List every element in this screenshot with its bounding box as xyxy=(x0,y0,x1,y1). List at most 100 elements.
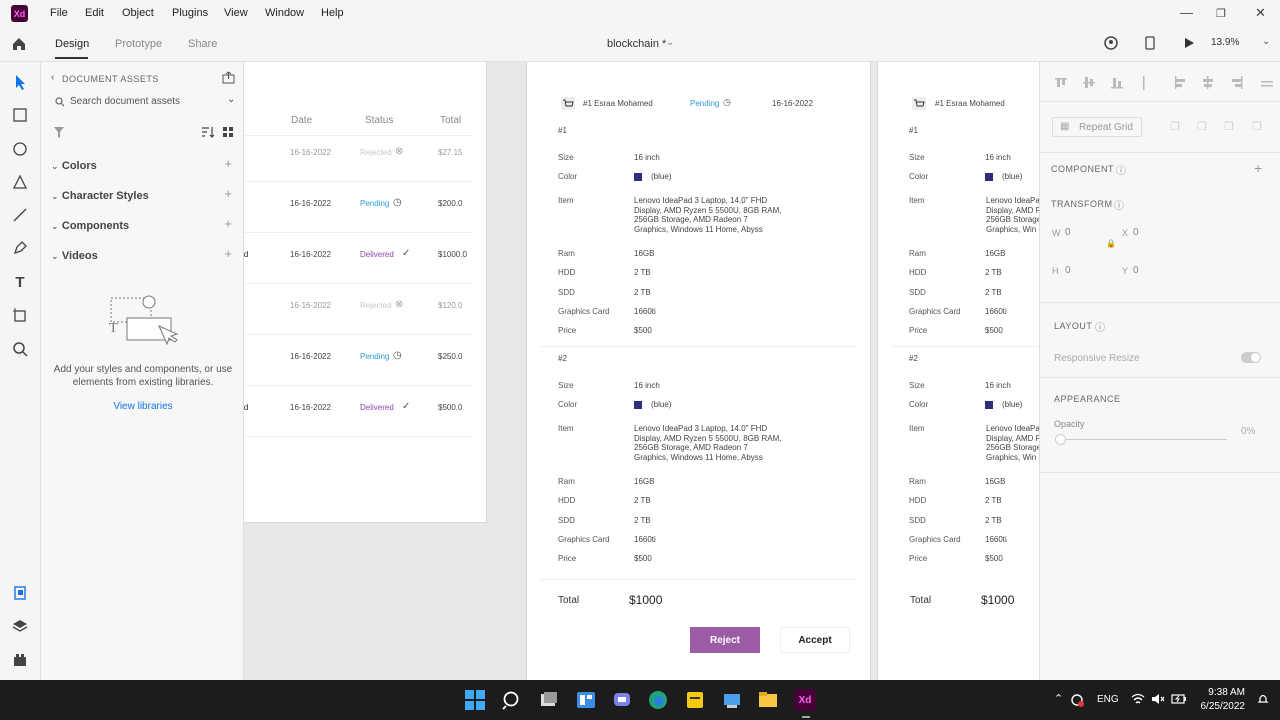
home-icon[interactable] xyxy=(11,36,27,52)
back-chevron-icon[interactable]: ‹ xyxy=(51,72,54,83)
widgets-icon[interactable] xyxy=(576,690,596,710)
assets-section-videos[interactable]: ⌄ Videos + xyxy=(51,246,236,262)
lock-aspect-icon[interactable]: 🔒 xyxy=(1106,239,1116,248)
select-tool-icon[interactable] xyxy=(11,73,29,91)
menu-file[interactable]: File xyxy=(50,7,68,19)
volume-muted-icon[interactable] xyxy=(1151,693,1165,705)
language-indicator[interactable]: ENG xyxy=(1097,694,1119,705)
tab-share[interactable]: Share xyxy=(188,38,217,50)
rectangle-tool-icon[interactable] xyxy=(11,106,29,124)
filter-icon[interactable] xyxy=(54,127,64,138)
search-input[interactable]: Search document assets xyxy=(70,96,180,107)
menu-help[interactable]: Help xyxy=(321,7,344,19)
order-total: $200.0 xyxy=(438,199,463,208)
minimize-icon[interactable]: — xyxy=(1180,5,1193,20)
menu-view[interactable]: View xyxy=(224,7,248,19)
repeat-grid-button[interactable]: ▦ Repeat Grid xyxy=(1052,117,1142,137)
row-divider xyxy=(245,283,473,284)
order-detail-artboard[interactable]: #1 Esraa Mohamed Pending ◷ 16-16-2022 #1… xyxy=(526,62,871,680)
opacity-slider-handle[interactable] xyxy=(1055,434,1066,445)
play-icon[interactable] xyxy=(1183,37,1195,49)
document-title[interactable]: blockchain * xyxy=(607,38,666,50)
boolean-add-icon[interactable]: ❐ xyxy=(1170,120,1180,133)
adobe-xd-taskbar-icon[interactable]: Xd xyxy=(794,689,816,711)
assets-section-components[interactable]: ⌄ Components + xyxy=(51,216,236,232)
menu-object[interactable]: Object xyxy=(122,7,154,19)
zoom-chevron-icon[interactable]: ⌄ xyxy=(1262,36,1270,47)
boolean-intersect-icon[interactable]: ❐ xyxy=(1224,120,1234,133)
boolean-subtract-icon[interactable]: ❐ xyxy=(1197,120,1207,133)
width-input[interactable]: 0 xyxy=(1065,227,1071,238)
tab-design[interactable]: Design xyxy=(55,38,89,50)
order-status: Pending xyxy=(360,199,390,208)
control-panel-icon[interactable] xyxy=(722,690,742,710)
assets-section-colors[interactable]: ⌄ Colors + xyxy=(51,156,236,172)
export-icon[interactable] xyxy=(222,71,235,84)
artboard-tool-icon[interactable] xyxy=(11,306,29,324)
opacity-value[interactable]: 0% xyxy=(1241,426,1255,437)
item-size-label: Size xyxy=(558,153,574,162)
layers-icon[interactable] xyxy=(11,617,29,635)
search-taskbar-icon[interactable] xyxy=(502,690,522,710)
order-detail-artboard-2[interactable]: #1 Esraa Mohamed #1 Size 16 inch Color (blue… xyxy=(877,62,1039,680)
menu-window[interactable]: Window xyxy=(265,7,304,19)
add-component-state-icon[interactable]: + xyxy=(1254,160,1262,176)
plugins-icon[interactable] xyxy=(11,651,29,669)
height-input[interactable]: 0 xyxy=(1065,265,1071,276)
sticky-notes-icon[interactable] xyxy=(685,690,705,710)
zoom-tool-icon[interactable] xyxy=(11,340,29,358)
battery-icon[interactable] xyxy=(1171,693,1187,705)
menu-plugins[interactable]: Plugins xyxy=(172,7,208,19)
wifi-icon[interactable] xyxy=(1131,693,1145,705)
edge-browser-icon[interactable] xyxy=(648,690,668,710)
task-view-icon[interactable] xyxy=(539,690,559,710)
align-icons[interactable] xyxy=(1055,76,1275,90)
menu-edit[interactable]: Edit xyxy=(85,7,104,19)
search-chevron-icon[interactable]: ⌄ xyxy=(227,94,235,105)
y-input[interactable]: 0 xyxy=(1133,265,1139,276)
view-libraries-link[interactable]: View libraries xyxy=(53,401,233,412)
text-tool-icon[interactable]: T xyxy=(11,273,29,291)
canvas[interactable]: Date Status Total ed16-16-2022Rejected⊗$… xyxy=(244,62,1039,680)
x-input[interactable]: 0 xyxy=(1133,227,1139,238)
grid-view-icon[interactable] xyxy=(222,126,234,138)
chevron-down-icon[interactable]: ⌄ xyxy=(666,37,674,48)
file-explorer-icon[interactable] xyxy=(758,690,778,710)
assets-section-character-styles[interactable]: ⌄ Character Styles + xyxy=(51,186,236,202)
accept-button[interactable]: Accept xyxy=(780,627,850,653)
orders-artboard[interactable]: Date Status Total ed16-16-2022Rejected⊗$… xyxy=(244,62,487,523)
color-swatch xyxy=(634,173,642,181)
close-icon[interactable]: ✕ xyxy=(1255,5,1266,21)
clock-date[interactable]: 6/25/2022 xyxy=(1195,701,1246,712)
responsive-resize-label: Responsive Resize xyxy=(1054,353,1140,364)
component-info-icon[interactable]: ⓘ xyxy=(1116,162,1126,177)
notifications-icon[interactable] xyxy=(1257,693,1269,705)
clock-time[interactable]: 9:38 AM xyxy=(1207,687,1245,698)
restore-icon[interactable]: ❐ xyxy=(1216,7,1226,20)
opacity-slider[interactable] xyxy=(1061,439,1227,440)
polygon-tool-icon[interactable] xyxy=(11,173,29,191)
teams-chat-icon[interactable] xyxy=(612,690,632,710)
item-price-label: Price xyxy=(558,554,577,563)
col-header-status: Status xyxy=(365,115,394,126)
line-tool-icon[interactable] xyxy=(11,206,29,224)
sort-icon[interactable] xyxy=(201,126,215,138)
boolean-exclude-icon[interactable]: ❐ xyxy=(1252,120,1262,133)
item-number: #2 xyxy=(558,354,567,363)
order-date: 16-16-2022 xyxy=(290,250,331,259)
user-icon[interactable] xyxy=(1104,36,1118,50)
device-preview-icon[interactable] xyxy=(1145,36,1155,50)
ellipse-tool-icon[interactable] xyxy=(11,140,29,158)
assets-panel-icon[interactable] xyxy=(11,584,29,602)
responsive-resize-toggle[interactable] xyxy=(1241,352,1261,363)
sync-icon[interactable] xyxy=(1070,693,1084,707)
zoom-level[interactable]: 13.9% xyxy=(1211,37,1239,48)
pen-tool-icon[interactable] xyxy=(11,239,29,257)
windows-start-icon[interactable] xyxy=(465,690,485,710)
item-color-value: (blue) xyxy=(651,172,672,181)
layout-info-icon: ⓘ xyxy=(1095,323,1105,334)
tab-prototype[interactable]: Prototype xyxy=(115,38,162,50)
rejected-x-icon: ⊗ xyxy=(395,299,404,310)
tray-overflow-icon[interactable]: ⌃ xyxy=(1054,692,1063,705)
reject-button[interactable]: Reject xyxy=(690,627,760,653)
